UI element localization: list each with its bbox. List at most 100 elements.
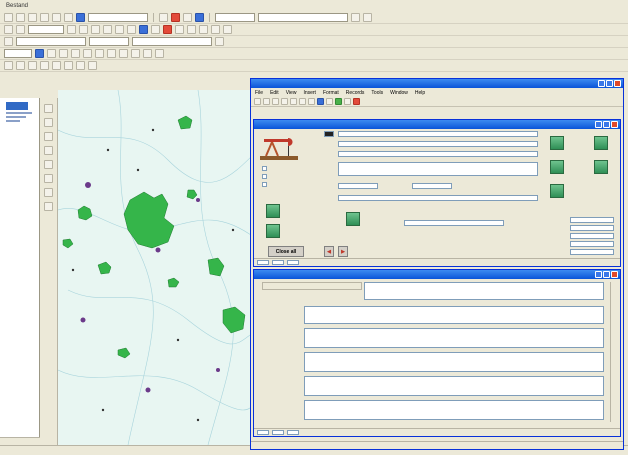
u-copy-icon[interactable] [290, 98, 297, 105]
field-diagram-button[interactable] [266, 224, 280, 238]
side-button-1[interactable] [550, 136, 564, 150]
checkbox-oil[interactable] [262, 166, 269, 171]
draw-icon[interactable] [95, 49, 104, 58]
location-text[interactable] [338, 162, 538, 176]
form-maximize-icon[interactable] [603, 121, 610, 128]
map-canvas[interactable] [58, 90, 258, 445]
add-data-icon[interactable] [76, 13, 85, 22]
control-point-icon[interactable] [71, 49, 80, 58]
u-find-icon[interactable] [335, 98, 342, 105]
toolbox-icon[interactable] [195, 13, 204, 22]
text-tool-icon[interactable] [119, 49, 128, 58]
checkbox-gas[interactable] [262, 174, 269, 179]
basin-diagram-button[interactable] [346, 212, 360, 226]
toc-selected-layer[interactable] [6, 102, 28, 110]
spatial-g-icon[interactable] [76, 61, 85, 70]
table-of-contents[interactable] [0, 98, 40, 445]
u-new-record-icon[interactable] [344, 98, 351, 105]
toc-scrollbar[interactable] [0, 437, 40, 445]
zoom-in-icon[interactable] [79, 25, 88, 34]
utilities-titlebar[interactable] [251, 79, 623, 88]
georef-combo[interactable] [4, 49, 32, 58]
region-name[interactable] [338, 151, 538, 157]
measure-icon[interactable] [175, 25, 184, 34]
record-next-button[interactable] [287, 260, 299, 265]
form-close-icon[interactable] [611, 121, 618, 128]
close-all-button[interactable]: Close all [268, 246, 304, 257]
rotate-icon[interactable] [47, 49, 56, 58]
comments-maximize-icon[interactable] [603, 271, 610, 278]
tool-a-icon[interactable] [44, 104, 53, 113]
comment-field-5[interactable] [304, 400, 604, 420]
zoom-out-icon[interactable] [91, 25, 100, 34]
arrow-icon[interactable] [4, 37, 13, 46]
tool-h-icon[interactable] [44, 202, 53, 211]
hyperlink-icon[interactable] [187, 25, 196, 34]
pan-icon[interactable] [103, 25, 112, 34]
reserves-button[interactable] [266, 204, 280, 218]
side-button-5[interactable] [550, 184, 564, 198]
tool-e-icon[interactable] [44, 160, 53, 169]
u-delete-icon[interactable] [353, 98, 360, 105]
record-number-field[interactable] [272, 260, 284, 265]
menu-records[interactable]: Records [346, 90, 365, 96]
georef-layer-icon[interactable] [35, 49, 44, 58]
toc-layer-line[interactable] [6, 116, 26, 118]
color-icon[interactable] [223, 25, 232, 34]
redo-icon[interactable] [16, 25, 25, 34]
right-field-2[interactable] [570, 233, 614, 239]
side-button-3[interactable] [550, 160, 564, 174]
menu-file[interactable]: File [255, 90, 263, 96]
comments-header-value[interactable] [364, 282, 604, 300]
tool-g-icon[interactable] [44, 188, 53, 197]
field-name[interactable] [338, 131, 538, 137]
spatial-f-icon[interactable] [64, 61, 73, 70]
line-icon[interactable] [155, 49, 164, 58]
back-icon[interactable] [127, 25, 136, 34]
comment-field-1[interactable] [304, 306, 604, 324]
close-icon[interactable] [614, 80, 621, 87]
cut-icon[interactable] [52, 13, 61, 22]
edit-tool-icon[interactable] [215, 37, 224, 46]
select-icon[interactable] [151, 25, 160, 34]
side-button-2[interactable] [594, 136, 608, 150]
right-field-4[interactable] [570, 249, 614, 255]
app-menu-0[interactable]: Bestand [6, 3, 28, 9]
field-form-titlebar[interactable] [254, 120, 620, 129]
comments-titlebar[interactable] [254, 270, 620, 279]
spatial-e-icon[interactable] [52, 61, 61, 70]
comments-first-button[interactable] [257, 430, 269, 435]
tool-c-icon[interactable] [44, 132, 53, 141]
comments-scrollbar[interactable] [610, 282, 617, 422]
menu-help[interactable]: Help [415, 90, 425, 96]
u-filter-icon[interactable] [326, 98, 333, 105]
italic-icon[interactable] [199, 25, 208, 34]
tool-d-icon[interactable] [44, 146, 53, 155]
maximize-icon[interactable] [606, 80, 613, 87]
u-undo-icon[interactable] [308, 98, 315, 105]
u-save-icon[interactable] [254, 98, 261, 105]
u-preview-icon[interactable] [272, 98, 279, 105]
minimize-icon[interactable] [598, 80, 605, 87]
checkbox-gas-box[interactable] [262, 174, 267, 179]
link-table-icon[interactable] [83, 49, 92, 58]
arcmap-icon[interactable] [171, 13, 180, 22]
nav-prev-button[interactable]: ◀ [324, 246, 334, 257]
spatial-c-icon[interactable] [28, 61, 37, 70]
u-paste-icon[interactable] [299, 98, 306, 105]
identify-icon[interactable] [139, 25, 148, 34]
polygon-icon[interactable] [131, 49, 140, 58]
help-icon[interactable] [363, 13, 372, 22]
comment-field-3[interactable] [304, 352, 604, 372]
longitude-value[interactable] [412, 183, 452, 189]
checkbox-condensate-box[interactable] [262, 182, 267, 187]
font-icon[interactable] [211, 25, 220, 34]
checkbox-condensate[interactable] [262, 182, 269, 187]
operator-value[interactable] [404, 220, 504, 226]
u-cut-icon[interactable] [281, 98, 288, 105]
undo-icon[interactable] [4, 25, 13, 34]
catalog-icon[interactable] [183, 13, 192, 22]
menu-edit[interactable]: Edit [270, 90, 279, 96]
comments-close-icon[interactable] [611, 271, 618, 278]
find-icon[interactable] [163, 25, 172, 34]
